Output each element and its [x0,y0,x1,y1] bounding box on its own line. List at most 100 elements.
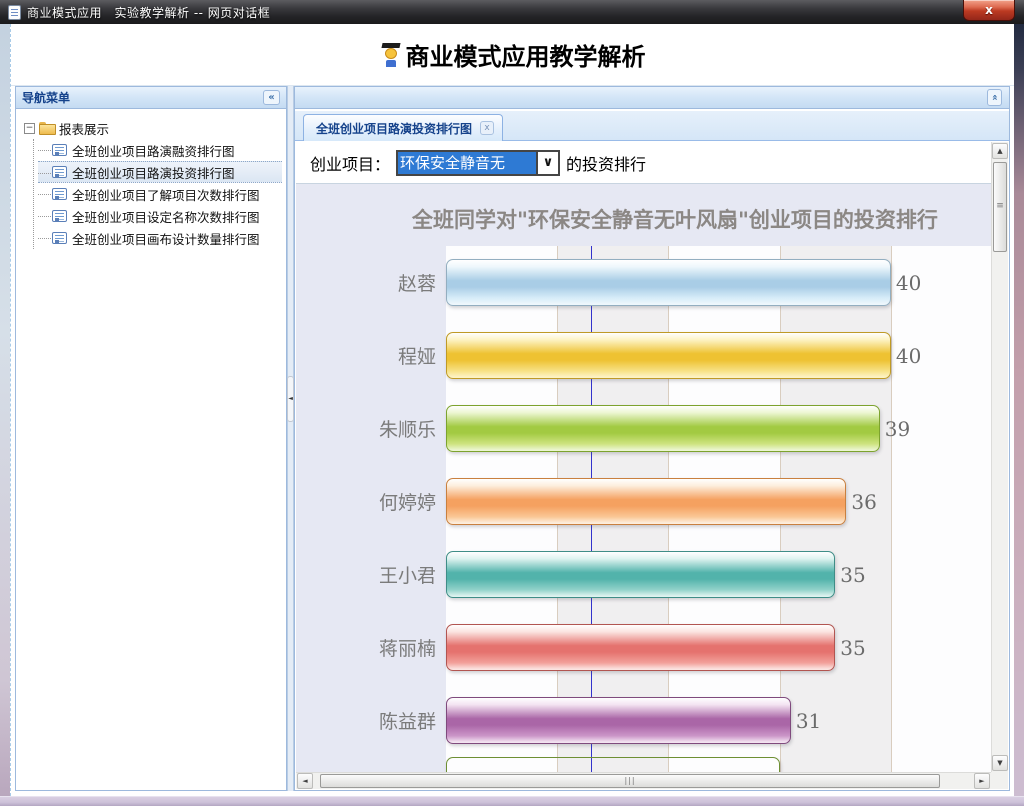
report-icon [52,188,67,200]
panel-collapse-up-icon[interactable]: « [987,89,1002,106]
chart-title: 全班同学对"环保安全静音无叶风扇"创业项目的投资排行 [296,184,991,246]
bar-value-label: 40 [896,344,921,368]
sidebar-item-label: 全班创业项目路演融资排行图 [72,141,235,160]
sidebar-item-financing-rank[interactable]: 全班创业项目路演融资排行图 [38,139,282,161]
category-label: 朱顺乐 [296,415,446,442]
sidebar-item-investment-rank[interactable]: 全班创业项目路演投资排行图 [38,161,282,183]
bar-value-label: 36 [851,490,876,514]
scroll-right-icon[interactable]: ► [974,773,990,789]
sidebar-panel: 导航菜单 « − 报表展示 全班创业项目路演融资排行图 [15,86,287,791]
bar [446,405,880,452]
tab-bar: 全班创业项目路演投资排行图 x [295,111,1009,141]
sidebar-item-label: 全班创业项目路演投资排行图 [72,163,235,182]
window-border-right [1014,24,1024,796]
tab-investment-rank[interactable]: 全班创业项目路演投资排行图 x [303,114,503,141]
report-icon [52,144,67,156]
category-label: 蒋丽楠 [296,634,446,661]
sidebar-header-title: 导航菜单 [22,89,70,106]
chart-row-partial [296,757,991,772]
bar [446,332,891,379]
bar [446,551,835,598]
graduate-icon [380,42,402,68]
bar-track: 39 [446,392,991,465]
bar-value-label: 39 [885,417,910,441]
scroll-up-icon[interactable]: ▲ [992,143,1008,159]
sidebar-item-understanding-count-rank[interactable]: 全班创业项目了解项目次数排行图 [38,183,282,205]
chart-row: 陈益群 31 [296,684,991,757]
chart-rows: 赵蓉 40 程娅 40 朱顺乐 39 何婷婷36 王小君 35 蒋丽楠 35 陈益群 31 [296,246,991,772]
page-title: 商业模式应用教学解析 [380,37,646,72]
category-label: 赵蓉 [296,269,446,296]
bar [446,697,791,744]
chart-row: 朱顺乐 39 [296,392,991,465]
panel-splitter[interactable]: ◄ [287,86,294,791]
report-tree: − 报表展示 全班创业项目路演融资排行图 全班创业项目路演投资排行图 [16,109,286,249]
bar [446,259,891,306]
report-icon [52,232,67,244]
sidebar-collapse-icon[interactable]: « [263,90,280,105]
tab-label: 全班创业项目路演投资排行图 [316,120,472,137]
horizontal-scroll-thumb[interactable]: ||| [320,774,940,788]
bar [446,478,846,525]
tree-root-node[interactable]: − 报表展示 [24,117,282,139]
page: 商业模式应用教学解析 导航菜单 « − 报表展示 [10,24,1014,796]
chart-row: 赵蓉 40 [296,246,991,319]
bar-track: 40 [446,246,991,319]
scrollbar-corner [991,772,1008,789]
tab-content: 创业项目： 环保安全静音无 ∨ 的投资排行 全班同学对"环保安全静音无叶风扇"创… [296,142,1008,789]
dropdown-arrow-icon[interactable]: ∨ [536,152,558,174]
page-header: 商业模式应用教学解析 [11,24,1014,86]
window-border-bottom [0,796,1024,806]
folder-icon [39,122,55,134]
bar-track: 40 [446,319,991,392]
bar-track [446,757,991,772]
bar-track: 31 [446,684,991,757]
chart-row: 蒋丽楠 35 [296,611,991,684]
control-suffix-text: 的投资排行 [566,151,646,175]
report-icon [52,210,67,222]
control-row: 创业项目： 环保安全静音无 ∨ 的投资排行 [296,142,991,184]
tree-root-label: 报表展示 [59,119,109,138]
project-select-label: 创业项目： [310,151,390,175]
bar-value-label: 35 [840,636,865,660]
chart-row: 王小君 35 [296,538,991,611]
splitter-collapse-icon[interactable]: ◄ [287,376,294,422]
chart-row: 程娅 40 [296,319,991,392]
sidebar-item-canvas-count-rank[interactable]: 全班创业项目画布设计数量排行图 [38,227,282,249]
document-icon [8,5,21,20]
sidebar-header: 导航菜单 « [16,87,286,109]
category-label: 程娅 [296,342,446,369]
horizontal-scrollbar[interactable]: ◄ ||| ► [296,772,991,789]
project-select[interactable]: 环保安全静音无 ∨ [396,150,560,176]
category-label: 王小君 [296,561,446,588]
close-button[interactable]: x [963,0,1015,21]
titlebar: 商业模式应用 实验教学解析 -- 网页对话框 x [0,0,1024,24]
sidebar-item-label: 全班创业项目画布设计数量排行图 [72,229,260,248]
bar-value-label: 40 [896,271,921,295]
bar-track: 36 [446,465,991,538]
scroll-down-icon[interactable]: ▼ [992,755,1008,771]
sidebar-item-naming-count-rank[interactable]: 全班创业项目设定名称次数排行图 [38,205,282,227]
category-label: 陈益群 [296,707,446,734]
main-panel-header: « [295,87,1009,109]
page-title-text: 商业模式应用教学解析 [406,37,646,72]
chart-row: 何婷婷36 [296,465,991,538]
scroll-left-icon[interactable]: ◄ [297,773,313,789]
report-icon [52,166,67,178]
vertical-scroll-thumb[interactable]: ≡ [993,162,1007,252]
bar [446,624,835,671]
sidebar-item-label: 全班创业项目设定名称次数排行图 [72,207,260,226]
sidebar-item-label: 全班创业项目了解项目次数排行图 [72,185,260,204]
tree-collapse-icon[interactable]: − [24,123,35,134]
main-panel: « 全班创业项目路演投资排行图 x 创业项目： 环保安全静音无 ∨ [294,86,1010,791]
chart-area: 全班同学对"环保安全静音无叶风扇"创业项目的投资排行 赵蓉 40 程娅 40 朱顺乐 39… [296,184,991,772]
window-title: 商业模式应用 实验教学解析 -- 网页对话框 [27,4,270,21]
bar-value-label: 31 [796,709,821,733]
bar-track: 35 [446,611,991,684]
project-select-value: 环保安全静音无 [398,152,536,174]
vertical-scrollbar[interactable]: ▲ ≡ ▼ [991,142,1008,772]
window-border-left [0,24,10,796]
dialog-window: 商业模式应用 实验教学解析 -- 网页对话框 x 商业模式应用教学解析 导航菜单… [0,0,1024,806]
bar-value-label: 35 [840,563,865,587]
tab-close-icon[interactable]: x [480,121,494,135]
